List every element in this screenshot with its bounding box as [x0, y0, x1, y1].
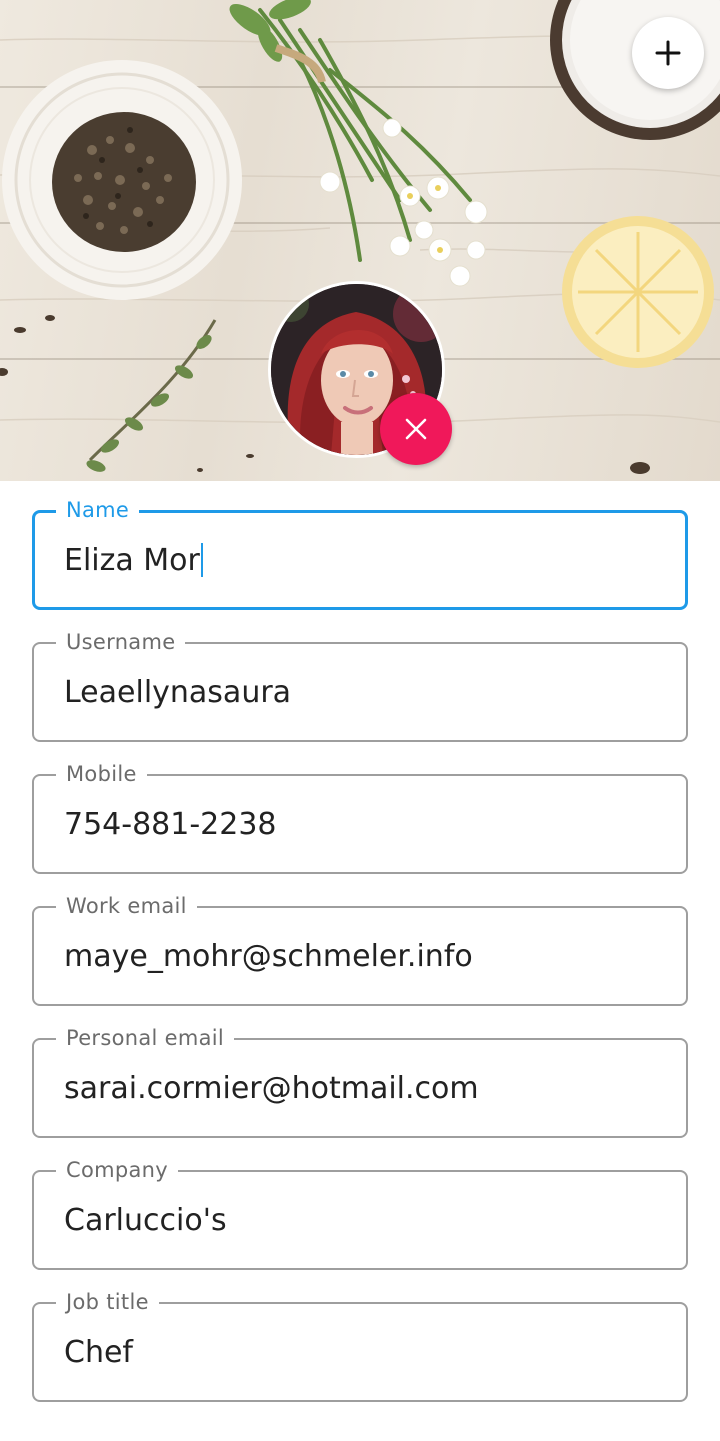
username-input[interactable]: Leaellynasaura [64, 644, 291, 740]
personal-email-input[interactable]: sarai.cormier@hotmail.com [64, 1040, 479, 1136]
company-value: Carluccio's [64, 1202, 227, 1238]
add-button[interactable] [632, 17, 704, 89]
plus-icon [655, 40, 681, 66]
personal-email-field[interactable]: Personal email sarai.cormier@hotmail.com [32, 1025, 688, 1138]
work-email-field[interactable]: Work email maye_mohr@schmeler.info [32, 893, 688, 1006]
flowers [319, 118, 488, 287]
name-input[interactable]: Eliza Mor [64, 513, 203, 607]
work-email-value: maye_mohr@schmeler.info [64, 938, 473, 974]
username-field[interactable]: Username Leaellynasaura [32, 629, 688, 742]
text-caret [200, 543, 203, 577]
remove-photo-button[interactable] [380, 393, 452, 465]
mobile-input[interactable]: 754-881-2238 [64, 776, 277, 872]
thyme-sprig [88, 319, 217, 462]
edit-contact-screen: Name Eliza Mor Username Leaellynasaura M… [0, 0, 720, 1441]
company-field[interactable]: Company Carluccio's [32, 1157, 688, 1270]
mobile-value: 754-881-2238 [64, 806, 277, 842]
lemon-slice [562, 216, 714, 368]
close-icon [405, 418, 427, 440]
work-email-input[interactable]: maye_mohr@schmeler.info [64, 908, 473, 1004]
name-field[interactable]: Name Eliza Mor [32, 497, 688, 610]
job-title-input[interactable]: Chef [64, 1304, 133, 1400]
mobile-field[interactable]: Mobile 754-881-2238 [32, 761, 688, 874]
herb-bundle [258, 8, 472, 262]
job-title-field[interactable]: Job title Chef [32, 1289, 688, 1402]
job-title-value: Chef [64, 1334, 133, 1370]
personal-email-value: sarai.cormier@hotmail.com [64, 1070, 479, 1106]
cover-image [0, 0, 720, 481]
seed-bowl [2, 60, 242, 300]
name-value: Eliza Mor [64, 542, 200, 578]
company-input[interactable]: Carluccio's [64, 1172, 227, 1268]
username-value: Leaellynasaura [64, 674, 292, 710]
